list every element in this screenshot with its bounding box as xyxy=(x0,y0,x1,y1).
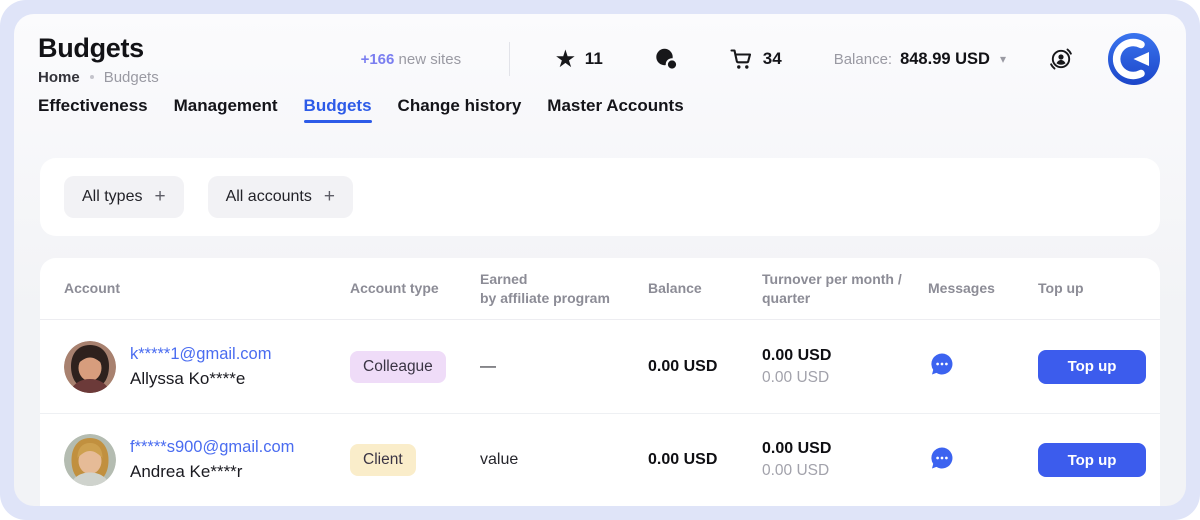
star-icon: ★ xyxy=(556,49,575,70)
account-type-badge: Client xyxy=(350,444,416,476)
message-button[interactable] xyxy=(928,350,956,378)
col-header-balance: Balance xyxy=(648,279,762,298)
account-info: f*****s900@gmail.com Andrea Ke****r xyxy=(130,438,294,482)
breadcrumb-separator-dot xyxy=(90,75,94,79)
account-name: Allyssa Ko****e xyxy=(130,369,271,389)
top-bar: Budgets Home Budgets +166 new sites ★ 11 xyxy=(14,14,1186,86)
filter-all-accounts[interactable]: All accounts + xyxy=(208,176,353,218)
filter-all-accounts-label: All accounts xyxy=(226,188,312,206)
turnover-quarter: 0.00 USD xyxy=(762,369,928,387)
filter-all-types-label: All types xyxy=(82,188,142,206)
account-cell: f*****s900@gmail.com Andrea Ke****r xyxy=(64,434,350,486)
new-sites-label: new sites xyxy=(394,51,461,68)
account-email-link[interactable]: k*****1@gmail.com xyxy=(130,345,271,364)
topbar-divider xyxy=(509,42,510,76)
turnover-quarter: 0.00 USD xyxy=(762,462,928,480)
main-panel: Budgets Home Budgets +166 new sites ★ 11 xyxy=(14,14,1186,506)
top-up-button[interactable]: Top up xyxy=(1038,443,1146,477)
col-header-account-type: Account type xyxy=(350,279,480,298)
col-header-account: Account xyxy=(64,279,350,298)
message-button[interactable] xyxy=(928,444,956,472)
breadcrumb-home[interactable]: Home xyxy=(38,69,80,86)
balance-label: Balance: xyxy=(834,51,892,68)
col-header-top-up: Top up xyxy=(1038,279,1160,298)
account-cell: k*****1@gmail.com Allyssa Ko****e xyxy=(64,341,350,393)
chat-button[interactable] xyxy=(653,46,679,72)
tab-management[interactable]: Management xyxy=(174,96,278,128)
avatar xyxy=(64,341,116,393)
earned-value: value xyxy=(480,451,648,469)
account-name: Andrea Ke****r xyxy=(130,462,294,482)
message-bubble-icon xyxy=(928,350,956,378)
chevron-down-icon: ▾ xyxy=(1000,52,1006,66)
tab-effectiveness[interactable]: Effectiveness xyxy=(38,96,148,128)
notification-person-icon xyxy=(1046,44,1076,74)
page-background: Budgets Home Budgets +166 new sites ★ 11 xyxy=(0,0,1200,520)
turnover-month: 0.00 USD xyxy=(762,347,928,365)
plus-icon: + xyxy=(154,186,165,208)
breadcrumb: Home Budgets xyxy=(38,69,361,86)
balance-cell: 0.00 USD xyxy=(648,451,762,469)
tab-budgets[interactable]: Budgets xyxy=(304,96,372,128)
logo-icon xyxy=(1108,33,1160,85)
account-info: k*****1@gmail.com Allyssa Ko****e xyxy=(130,345,271,389)
turnover-cell: 0.00 USD 0.00 USD xyxy=(762,347,928,387)
tab-change-history[interactable]: Change history xyxy=(398,96,522,128)
filter-all-types[interactable]: All types + xyxy=(64,176,184,218)
notifications-button[interactable] xyxy=(1046,44,1076,74)
account-email-link[interactable]: f*****s900@gmail.com xyxy=(130,438,294,457)
col-header-messages: Messages xyxy=(928,279,1038,298)
cart-counter[interactable]: 34 xyxy=(729,47,782,71)
chat-icon xyxy=(653,46,679,72)
table-row: f*****s900@gmail.com Andrea Ke****r Clie… xyxy=(40,413,1160,506)
table-header-row: Account Account type Earned by affiliate… xyxy=(40,258,1160,320)
balance-value: 848.99 USD xyxy=(900,50,990,69)
balance-dropdown[interactable]: Balance: 848.99 USD ▾ xyxy=(834,50,1006,69)
breadcrumb-current: Budgets xyxy=(104,69,159,86)
app-logo[interactable] xyxy=(1108,33,1160,85)
cart-icon xyxy=(729,47,753,71)
filters-card: All types + All accounts + xyxy=(40,158,1160,236)
favorites-count: 11 xyxy=(585,49,603,69)
top-up-button[interactable]: Top up xyxy=(1038,350,1146,384)
earned-value: — xyxy=(480,358,648,376)
new-sites-count: +166 xyxy=(361,51,395,68)
cart-count: 34 xyxy=(763,49,782,69)
col-header-turnover: Turnover per month / quarter xyxy=(762,270,928,308)
page-title: Budgets xyxy=(38,33,361,64)
title-block: Budgets Home Budgets xyxy=(38,33,361,86)
favorites-counter[interactable]: ★ 11 xyxy=(556,49,603,70)
turnover-cell: 0.00 USD 0.00 USD xyxy=(762,440,928,480)
table-row: k*****1@gmail.com Allyssa Ko****e Collea… xyxy=(40,320,1160,413)
account-type-badge: Colleague xyxy=(350,351,446,383)
budgets-table-card: Account Account type Earned by affiliate… xyxy=(40,258,1160,506)
tab-master-accounts[interactable]: Master Accounts xyxy=(547,96,683,128)
new-sites-counter[interactable]: +166 new sites xyxy=(361,51,462,68)
balance-cell: 0.00 USD xyxy=(648,358,762,376)
avatar xyxy=(64,434,116,486)
col-header-earned: Earned by affiliate program xyxy=(480,270,648,308)
turnover-month: 0.00 USD xyxy=(762,440,928,458)
message-bubble-icon xyxy=(928,444,956,472)
plus-icon: + xyxy=(324,186,335,208)
tab-bar: Effectiveness Management Budgets Change … xyxy=(14,86,1186,128)
